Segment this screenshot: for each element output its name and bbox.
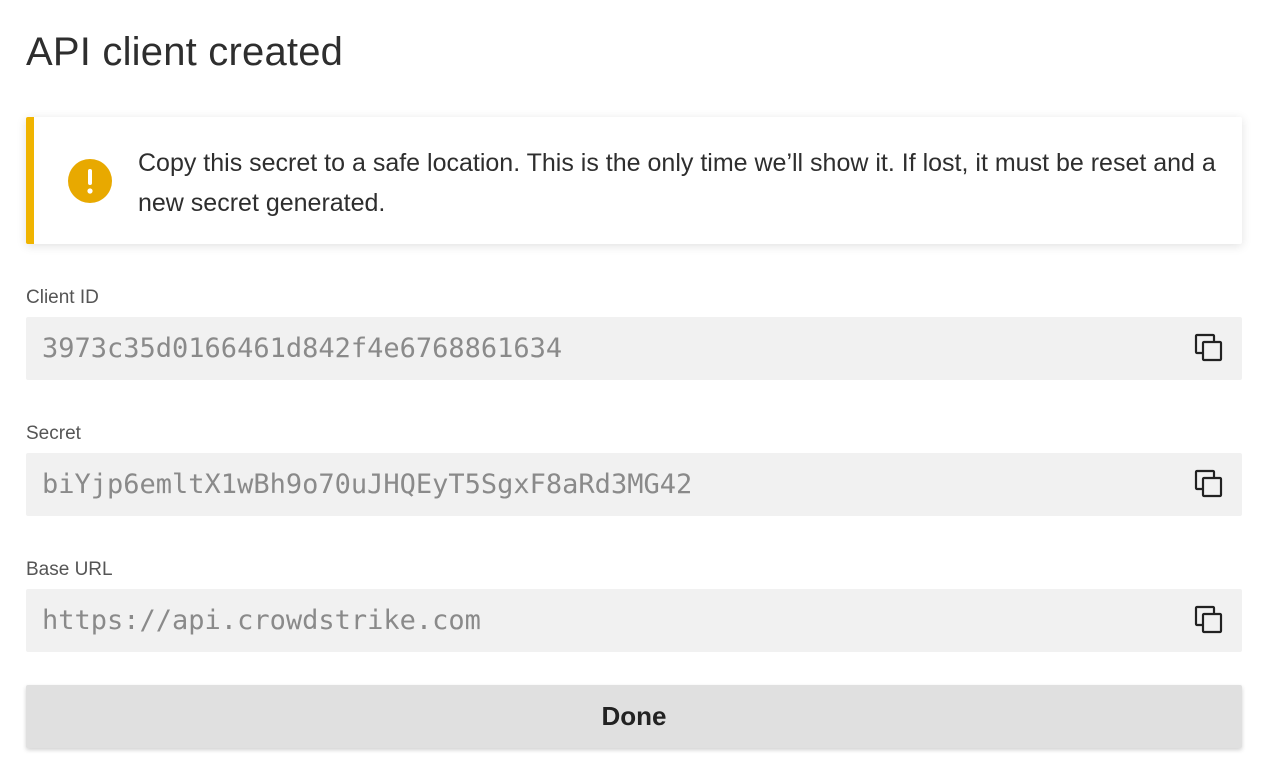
exclamation-icon bbox=[68, 159, 112, 203]
dialog-title: API client created bbox=[26, 30, 344, 74]
client-id-label: Client ID bbox=[26, 287, 99, 308]
alert-message: Copy this secret to a safe location. Thi… bbox=[138, 149, 1216, 217]
copy-icon[interactable] bbox=[1193, 604, 1225, 636]
secret-label: Secret bbox=[26, 423, 81, 444]
copy-icon[interactable] bbox=[1193, 332, 1225, 364]
done-button[interactable]: Done bbox=[26, 685, 1242, 748]
base-url-value[interactable]: https://api.crowdstrike.com bbox=[42, 589, 481, 652]
base-url-label: Base URL bbox=[26, 559, 113, 580]
secret-value[interactable]: biYjp6emltX1wBh9o70uJHQEyT5SgxF8aRd3MG42 bbox=[42, 453, 692, 516]
api-client-created-dialog: API client created Copy this secret to a… bbox=[0, 0, 1264, 772]
client-id-field[interactable]: 3973c35d0166461d842f4e6768861634 bbox=[26, 317, 1242, 380]
secret-warning-alert: Copy this secret to a safe location. Thi… bbox=[26, 117, 1242, 244]
base-url-field[interactable]: https://api.crowdstrike.com bbox=[26, 589, 1242, 652]
copy-icon[interactable] bbox=[1193, 468, 1225, 500]
secret-field[interactable]: biYjp6emltX1wBh9o70uJHQEyT5SgxF8aRd3MG42 bbox=[26, 453, 1242, 516]
client-id-value[interactable]: 3973c35d0166461d842f4e6768861634 bbox=[42, 317, 562, 380]
